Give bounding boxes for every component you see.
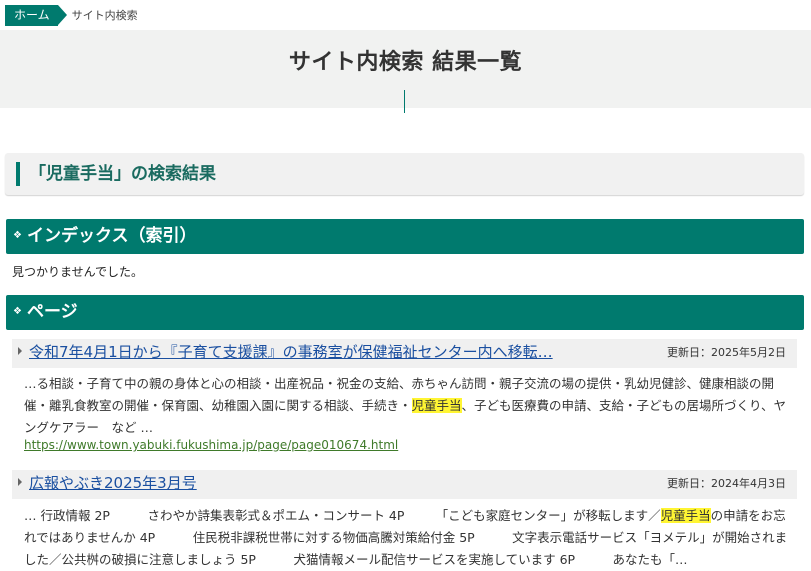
result-updated-date: 更新日：2024年4月3日: [667, 477, 786, 490]
result-title-link[interactable]: 令和7年4月1日から『子育て支援課』の事務室が保健福祉センター内へ移転…: [29, 339, 553, 366]
chevron-right-icon: [18, 347, 22, 355]
breadcrumb-current: サイト内検索: [71, 9, 138, 22]
search-results-heading-text: 「児童手当」の検索結果: [29, 164, 216, 184]
search-results-heading: 「児童手当」の検索結果: [5, 153, 804, 195]
chevron-right-icon: [18, 478, 22, 486]
diamond-bullet-icon: ❖: [13, 230, 22, 241]
result-updated-date: 更新日：2025年5月2日: [667, 346, 786, 359]
snippet-text: … 行政情報 2P さわやか詩集表彰式＆ポエム・コンサート 4P 「こども家庭セ…: [24, 508, 661, 523]
result-snippet: …る相談・子育て中の親の身体と心の相談・出産祝品・祝金の支給、赤ちゃん訪問・親子…: [24, 373, 788, 439]
result-item-header: 広報やぶき2025年3月号 更新日：2024年4月3日: [12, 470, 797, 499]
breadcrumb: ホーム サイト内検索: [5, 4, 138, 26]
result-item-header: 令和7年4月1日から『子育て支援課』の事務室が保健福祉センター内へ移転… 更新日…: [12, 339, 797, 368]
diamond-bullet-icon: ❖: [13, 306, 22, 317]
section-header-index: ❖ インデックス（索引）: [6, 219, 804, 254]
result-title-link[interactable]: 広報やぶき2025年3月号: [29, 470, 197, 497]
index-empty-message: 見つかりませんでした。: [12, 265, 144, 279]
title-divider: [404, 90, 405, 113]
breadcrumb-home-link[interactable]: ホーム: [5, 4, 67, 26]
snippet-highlight: 児童手当: [411, 398, 462, 413]
section-title-pages: ページ: [27, 302, 78, 322]
result-url-link[interactable]: https://www.town.yabuki.fukushima.jp/pag…: [24, 438, 398, 452]
section-title-index: インデックス（索引）: [27, 226, 197, 246]
section-header-pages: ❖ ページ: [6, 295, 804, 330]
snippet-highlight: 児童手当: [660, 508, 711, 523]
page-title: サイト内検索 結果一覧: [288, 50, 523, 75]
heading-accent-bar: [16, 162, 20, 186]
result-snippet: … 行政情報 2P さわやか詩集表彰式＆ポエム・コンサート 4P 「こども家庭セ…: [24, 505, 788, 571]
